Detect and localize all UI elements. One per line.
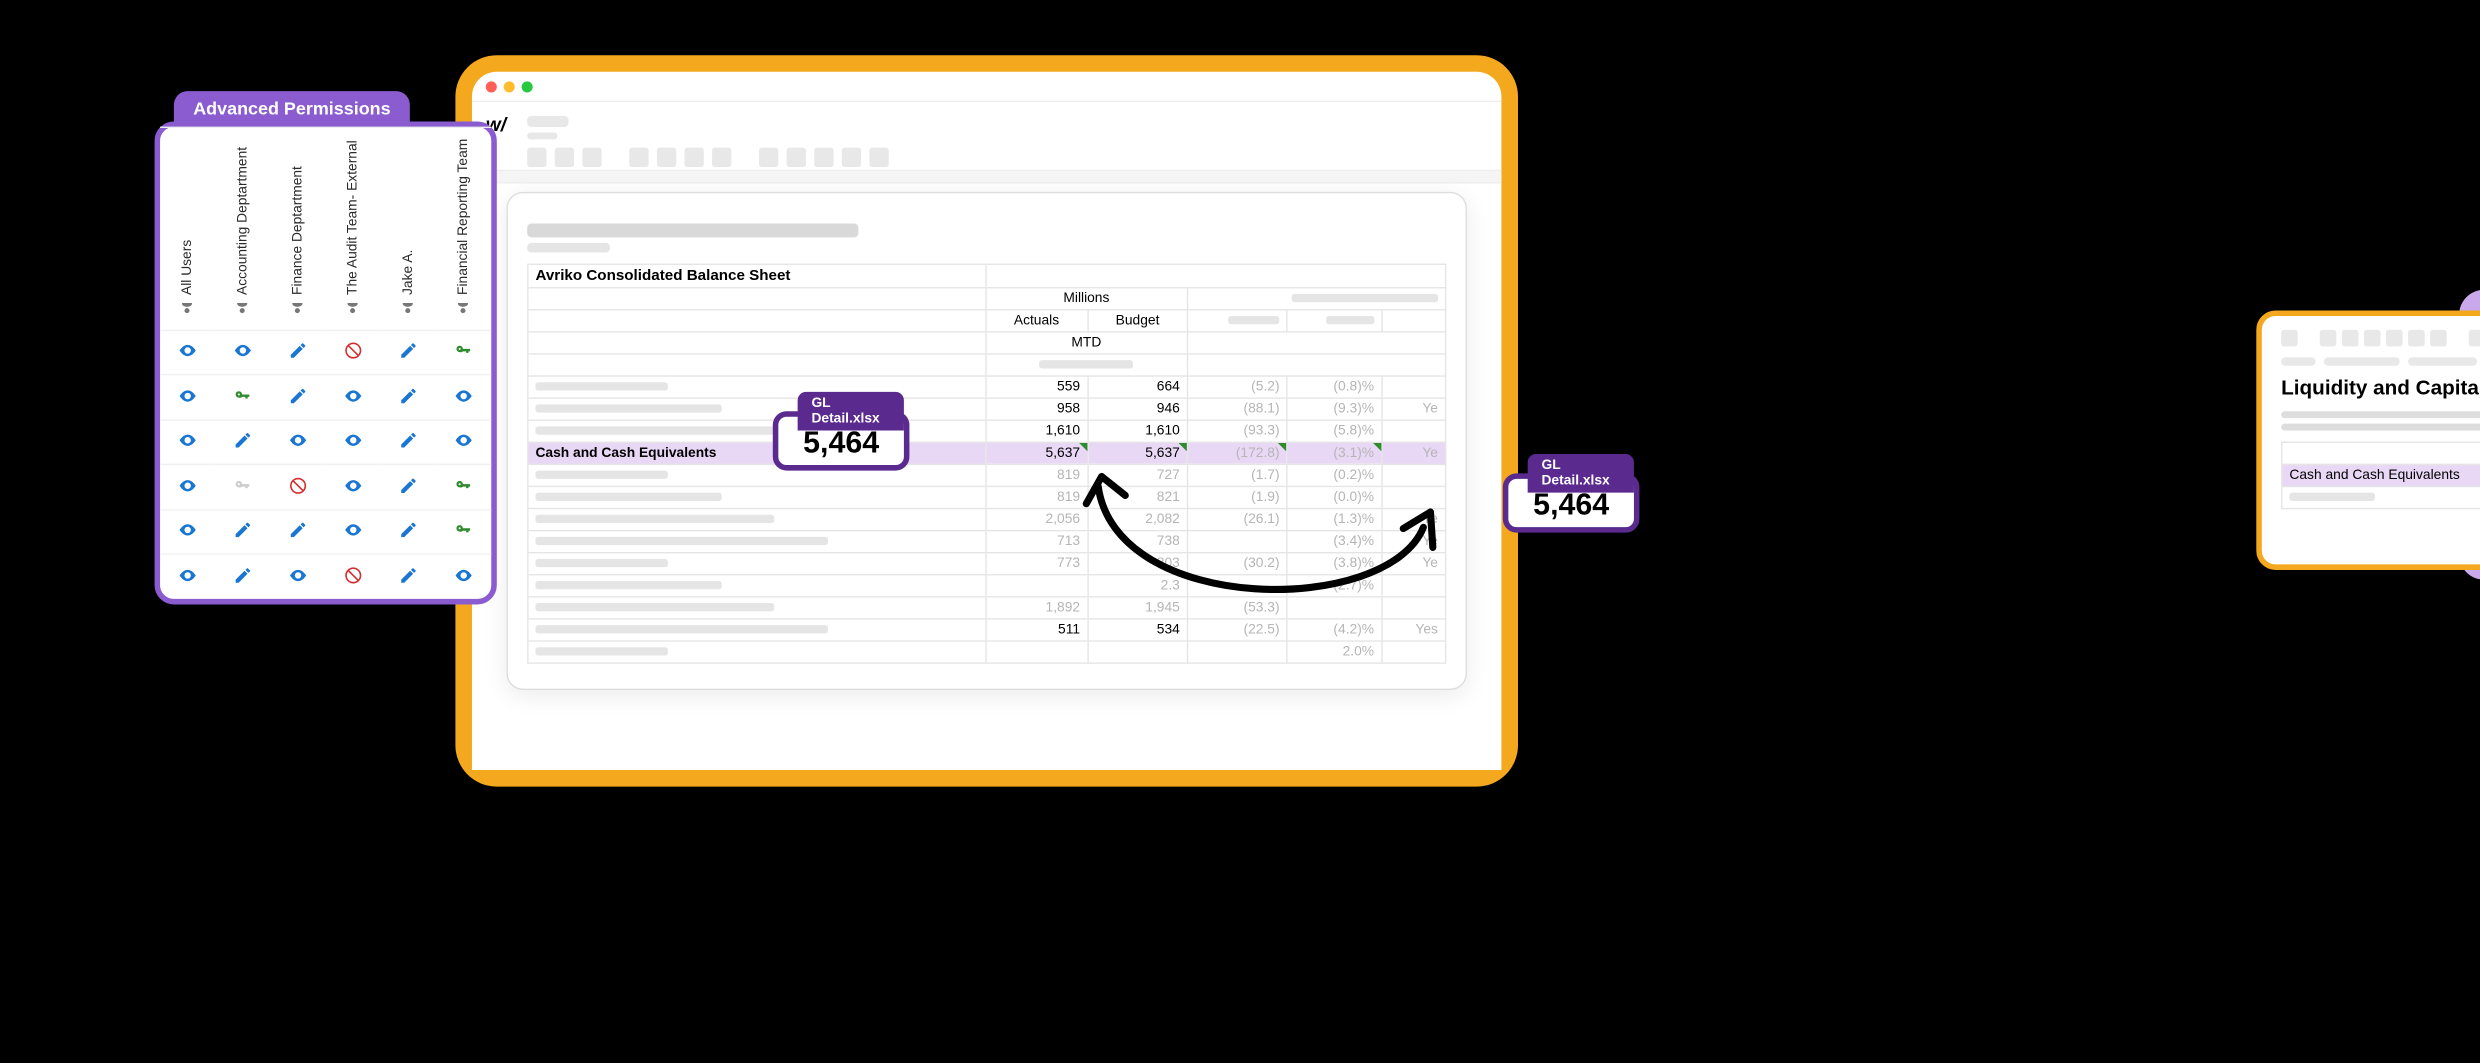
permission-cell-ban-icon[interactable] — [270, 464, 325, 505]
permission-cell-eye-icon[interactable] — [326, 509, 381, 550]
permission-cell-eye-icon[interactable] — [326, 419, 381, 460]
tool-icon[interactable] — [2386, 330, 2403, 347]
liquidity-toolbar — [2281, 330, 2480, 347]
liquidity-card: Liquidity and Capital Resources Cash and… — [2256, 311, 2480, 570]
toolbar-button[interactable] — [842, 148, 861, 167]
tool-icon[interactable] — [2469, 330, 2480, 347]
toolbar-button[interactable] — [759, 148, 778, 167]
liq-row-label: Cash and Cash Equivalents — [2282, 464, 2480, 486]
gl-detail-card-2[interactable]: GL Detail.xlsx 5,464 — [1503, 473, 1640, 532]
spreadsheet-app-window: w/ — [455, 55, 1518, 786]
window-minimize-icon[interactable] — [504, 81, 515, 92]
permission-cell-pencil-icon[interactable] — [381, 464, 436, 505]
permission-cell-eye-icon[interactable] — [160, 464, 215, 505]
permission-cell-pencil-icon[interactable] — [381, 419, 436, 460]
permission-cell-pencil-icon[interactable] — [270, 374, 325, 415]
permission-cell-key-icon[interactable] — [436, 329, 491, 370]
permission-cell-eye-icon[interactable] — [160, 329, 215, 370]
table-row[interactable]: 958946(88.1)(9.3)%Ye — [528, 398, 1446, 420]
sparkle-icon — [135, 66, 174, 105]
permission-cell-eye-icon[interactable] — [160, 419, 215, 460]
link-arrow-icon — [1049, 462, 1491, 628]
permission-cell-eye-icon[interactable] — [160, 509, 215, 550]
col-budget: Budget — [1088, 310, 1188, 332]
liquidity-table[interactable]: Cash and Cash Equivalents5,637(172.8)(3.… — [2281, 442, 2480, 510]
tool-icon[interactable] — [2364, 330, 2381, 347]
toolbar-button[interactable] — [787, 148, 806, 167]
tool-icon[interactable] — [2408, 330, 2425, 347]
permission-column-header: Jake A. — [381, 127, 436, 330]
col-actuals: Actuals — [985, 310, 1087, 332]
window-titlebar — [472, 72, 1501, 102]
window-maximize-icon[interactable] — [522, 81, 533, 92]
toolbar-button[interactable] — [684, 148, 703, 167]
permission-cell-pencil-icon[interactable] — [381, 374, 436, 415]
table-row[interactable]: 559664(5.2)(0.8)% — [528, 376, 1446, 398]
permission-cell-eye-icon[interactable] — [326, 464, 381, 505]
toolbar-button[interactable] — [814, 148, 833, 167]
permission-cell-eye-icon[interactable] — [270, 554, 325, 595]
permission-cell-eye-icon[interactable] — [160, 374, 215, 415]
permission-cell-pencil-icon[interactable] — [381, 509, 436, 550]
sheet-title: Avriko Consolidated Balance Sheet — [528, 264, 985, 287]
permission-cell-eye-icon[interactable] — [270, 419, 325, 460]
table-row[interactable]: 2.0% — [528, 641, 1446, 663]
permissions-panel: Advanced Permissions All UsersAccounting… — [155, 121, 497, 604]
tool-icon[interactable] — [2342, 330, 2359, 347]
permission-cell-eye-icon[interactable] — [436, 419, 491, 460]
period-label: MTD — [985, 332, 1187, 354]
toolbar-button[interactable] — [555, 148, 574, 167]
permission-cell-pencil-icon[interactable] — [270, 329, 325, 370]
gl-detail-tab: GL Detail.xlsx — [798, 392, 904, 431]
window-close-icon[interactable] — [486, 81, 497, 92]
permission-cell-eye-icon[interactable] — [215, 329, 270, 370]
permission-cell-pencil-icon[interactable] — [381, 329, 436, 370]
tool-icon[interactable] — [2430, 330, 2447, 347]
permissions-tab: Advanced Permissions — [174, 91, 410, 126]
permission-cell-key-icon[interactable] — [215, 374, 270, 415]
permission-column-header: Financial Reporting Team — [436, 127, 491, 330]
toolbar-button[interactable] — [582, 148, 601, 167]
toolbar-button[interactable] — [869, 148, 888, 167]
permission-cell-eye-icon[interactable] — [436, 554, 491, 595]
table-row[interactable]: Cash and Cash Equivalents5,6375,637(172.… — [528, 442, 1446, 464]
permission-cell-eye-icon[interactable] — [436, 374, 491, 415]
toolbar-button[interactable] — [629, 148, 648, 167]
units-label: Millions — [985, 288, 1187, 310]
permission-cell-pencil-icon[interactable] — [215, 509, 270, 550]
permission-column-header: Accounting Deptartment — [215, 127, 270, 330]
permission-cell-pencil-icon[interactable] — [270, 509, 325, 550]
table-row[interactable]: 1,6101,610(93.3)(5.8)% — [528, 420, 1446, 442]
permission-cell-eye-icon[interactable] — [160, 554, 215, 595]
gl-detail-tab-2: GL Detail.xlsx — [1528, 454, 1634, 493]
permission-cell-eye-icon[interactable] — [326, 374, 381, 415]
permission-cell-greykey-icon[interactable] — [215, 464, 270, 505]
permission-cell-pencil-icon[interactable] — [381, 554, 436, 595]
toolbar-button[interactable] — [527, 148, 546, 167]
toolbar — [527, 145, 1501, 170]
toolbar-button[interactable] — [712, 148, 731, 167]
permission-cell-pencil-icon[interactable] — [215, 554, 270, 595]
permission-column-header: All Users — [160, 127, 215, 330]
permission-cell-ban-icon[interactable] — [326, 329, 381, 370]
toolbar-button[interactable] — [657, 148, 676, 167]
tool-icon[interactable] — [2281, 330, 2298, 347]
permission-cell-key-icon[interactable] — [436, 509, 491, 550]
gl-detail-card[interactable]: GL Detail.xlsx 5,464 — [773, 411, 910, 470]
liquidity-title: Liquidity and Capital Resources — [2281, 377, 2480, 400]
permission-column-header: The Audit Team- External — [326, 127, 381, 330]
permission-cell-ban-icon[interactable] — [326, 554, 381, 595]
permission-cell-key-icon[interactable] — [436, 464, 491, 505]
tool-icon[interactable] — [2320, 330, 2337, 347]
permission-cell-pencil-icon[interactable] — [215, 419, 270, 460]
permission-column-header: Finance Deptartment — [270, 127, 325, 330]
